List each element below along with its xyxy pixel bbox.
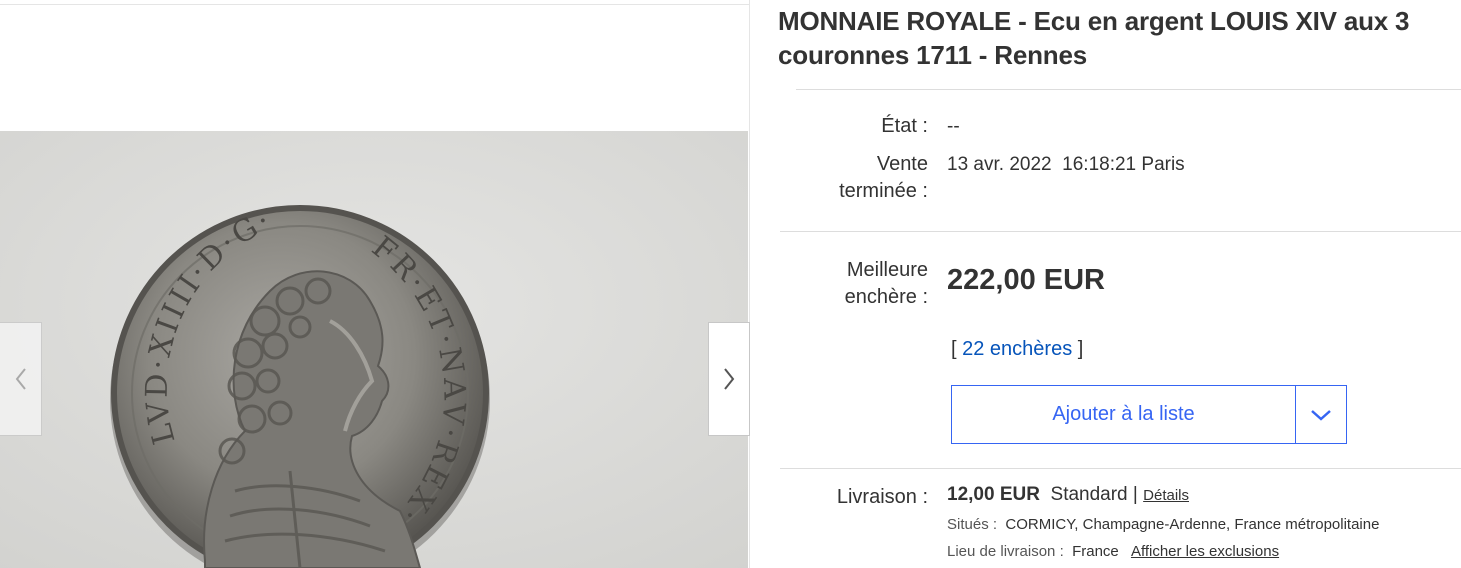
- condition-value: --: [947, 116, 960, 137]
- sale-ended-date: 13 avr. 2022: [947, 154, 1052, 175]
- shipping-details-link[interactable]: Détails: [1143, 487, 1189, 504]
- chevron-right-icon: [724, 368, 735, 390]
- chevron-left-icon: [15, 368, 26, 390]
- divider: [780, 468, 1461, 469]
- current-bid-label-line2: enchère :: [844, 286, 928, 308]
- shipping-separator: |: [1132, 484, 1138, 505]
- item-title: MONNAIE ROYALE - Ecu en argent LOUIS XIV…: [778, 6, 1410, 70]
- ships-to-label: Lieu de livraison :: [947, 543, 1064, 560]
- coin-photo: LVD·XIIII·D·G· FR·ET·NAV·REX·: [0, 131, 748, 568]
- current-bid-label-line1: Meilleure: [846, 259, 928, 281]
- previous-image-button[interactable]: [0, 322, 42, 436]
- next-image-button[interactable]: [708, 322, 750, 436]
- bracket-open: [: [951, 338, 957, 360]
- item-details-panel: MONNAIE ROYALE - Ecu en argent LOUIS XIV…: [778, 0, 1461, 568]
- shipping-price: 12,00 EUR: [947, 484, 1040, 505]
- item-location: Situés : CORMICY, Champagne-Ardenne, Fra…: [947, 516, 1379, 533]
- divider: [796, 89, 1461, 90]
- watchlist-control: Ajouter à la liste: [951, 385, 1347, 444]
- sale-ended-time: 16:18:21 Paris: [1062, 154, 1185, 175]
- bracket-close: ]: [1077, 338, 1084, 360]
- ships-to-value: France: [1072, 543, 1119, 560]
- image-gallery: LVD·XIIII·D·G· FR·ET·NAV·REX·: [0, 0, 750, 568]
- sale-ended-label-line2: terminée :: [839, 180, 928, 202]
- sale-ended-label: Vente terminée :: [778, 151, 928, 205]
- shipping-summary: 12,00 EUR Standard | Détails: [947, 484, 1189, 506]
- sale-ended-label-line1: Vente: [876, 153, 928, 175]
- add-to-watchlist-button[interactable]: Ajouter à la liste: [952, 386, 1296, 443]
- current-bid-label: Meilleure enchère :: [778, 257, 928, 311]
- item-location-label: Situés :: [947, 516, 998, 533]
- gallery-divider: [749, 0, 750, 568]
- condition-label: État :: [881, 115, 928, 137]
- main-item-image[interactable]: LVD·XIIII·D·G· FR·ET·NAV·REX·: [0, 131, 748, 568]
- divider: [780, 231, 1461, 232]
- watchlist-dropdown-button[interactable]: [1296, 386, 1346, 443]
- show-exclusions-link[interactable]: Afficher les exclusions: [1131, 543, 1279, 560]
- bid-history-link[interactable]: 22 enchères: [962, 338, 1072, 360]
- sale-ended-datetime: 13 avr. 2022 16:18:21 Paris: [947, 151, 1185, 178]
- current-bid-price: 222,00 EUR: [947, 264, 1105, 296]
- gallery-divider: [0, 4, 750, 5]
- shipping-method: Standard: [1050, 484, 1128, 505]
- chevron-down-icon: [1311, 409, 1331, 421]
- ships-to: Lieu de livraison : France Afficher les …: [947, 543, 1279, 560]
- shipping-label: Livraison :: [836, 486, 928, 508]
- item-location-value: CORMICY, Champagne-Ardenne, France métro…: [1005, 516, 1380, 533]
- bid-count: [ 22 enchères ]: [951, 338, 1083, 361]
